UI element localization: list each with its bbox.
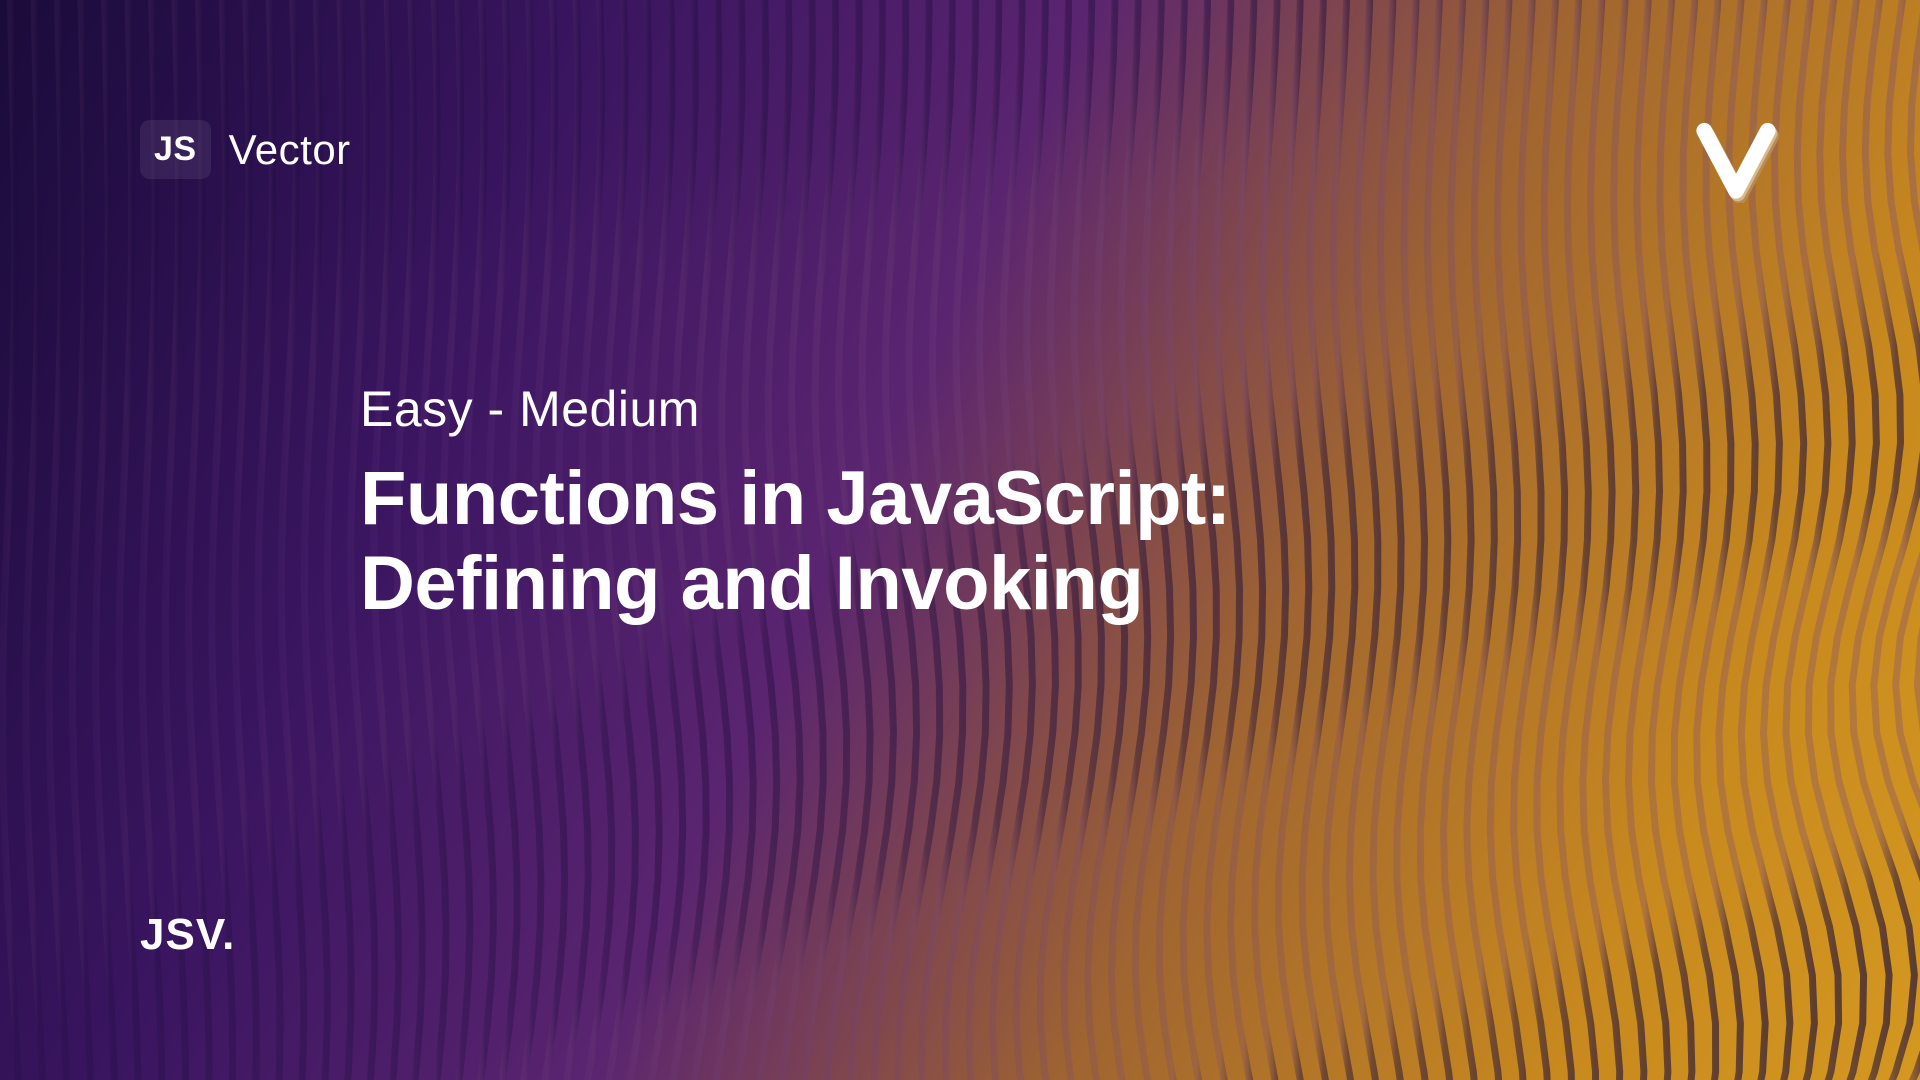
brand-logo-top-left: JS Vector bbox=[140, 120, 351, 179]
banner-content: Easy - Medium Functions in JavaScript: D… bbox=[360, 380, 1700, 626]
brand-short-bottom-left: JSV. bbox=[140, 910, 235, 960]
title-line-1: Functions in JavaScript: bbox=[360, 456, 1700, 541]
difficulty-label: Easy - Medium bbox=[360, 380, 1700, 438]
vector-v-icon bbox=[1692, 115, 1780, 203]
brand-name: Vector bbox=[229, 126, 351, 174]
title-line-2: Defining and Invoking bbox=[360, 541, 1700, 626]
brand-mark-top-right bbox=[1692, 115, 1780, 208]
course-title: Functions in JavaScript: Defining and In… bbox=[360, 456, 1700, 626]
brand-badge: JS bbox=[140, 120, 211, 179]
course-banner: JS Vector Easy - Medium Functions in Jav… bbox=[0, 0, 1920, 1080]
